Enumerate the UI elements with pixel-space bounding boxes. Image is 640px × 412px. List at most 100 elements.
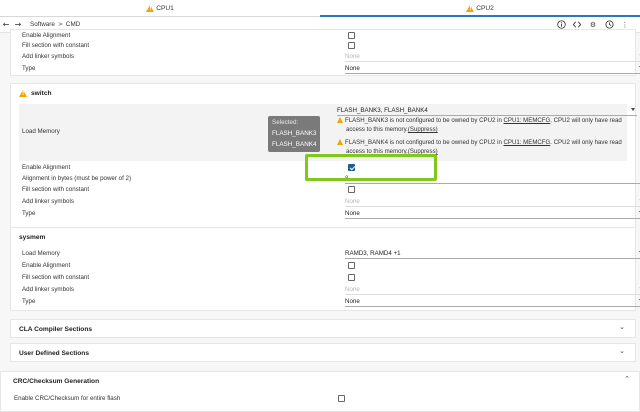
breadcrumb: Software > CMD — [30, 21, 80, 28]
more-vertical-icon[interactable]: ⋮ — [620, 20, 630, 30]
tab-cpu2-label: CPU2 — [476, 4, 494, 12]
sysmem-type-row: Type None — [19, 296, 640, 307]
type-label: Type — [22, 210, 36, 217]
warning-text: . CPU2 will only have read — [550, 117, 622, 124]
linker-symbols-label: Add linker symbols — [22, 198, 74, 205]
breadcrumb-separator: > — [57, 21, 63, 28]
linker-symbols-value: None — [345, 197, 360, 205]
type-label: Type — [22, 298, 36, 305]
warning-text: access to this memory. — [346, 126, 408, 133]
chevron-down-icon[interactable]: ⌄ — [619, 323, 625, 331]
fill-section-row: Fill section with constant — [19, 40, 627, 51]
warning-text: FLASH_BANK4 is not configured to be owne… — [345, 139, 504, 146]
breadcrumb-cmd[interactable]: CMD — [66, 21, 80, 28]
sysmem-load-memory-row: Load Memory RAMD3, RAMD4 +1 — [19, 248, 640, 259]
sysmem-linker-row: Add linker symbols None — [19, 284, 640, 295]
fill-section-checkbox[interactable] — [348, 42, 355, 49]
warning-icon — [337, 117, 343, 123]
sysmem-section-title: sysmem — [19, 234, 45, 241]
user-defined-sections-title: User Defined Sections — [19, 350, 89, 357]
fill-section-checkbox[interactable] — [348, 274, 355, 281]
partial-section-card: Enable Alignment Fill section with const… — [10, 29, 640, 76]
warning-icon — [146, 4, 155, 12]
linker-symbols-value: None — [345, 52, 360, 60]
info-icon[interactable] — [556, 20, 566, 30]
breadcrumb-software[interactable]: Software — [30, 21, 55, 28]
type-select[interactable]: None — [345, 209, 640, 219]
switch-title-text: switch — [31, 90, 52, 97]
chevron-up-icon[interactable]: ⌃ — [624, 375, 630, 383]
crc-section-title: CRC/Checksum Generation — [13, 378, 100, 385]
toolbar: ⚙ ⋮ — [556, 20, 630, 30]
warning-icon — [337, 139, 343, 145]
load-memory-label: Load Memory — [22, 250, 60, 257]
tab-cpu1-label: CPU1 — [156, 4, 174, 12]
load-memory-select[interactable]: RAMD3, RAMD4 +1 — [345, 249, 640, 259]
load-memory-value: FLASH_BANK3, FLASH_BANK4 — [337, 107, 428, 114]
main-content: Enable Alignment Fill section with const… — [0, 29, 640, 412]
warning-icon — [19, 90, 27, 97]
linker-symbols-label: Add linker symbols — [22, 53, 74, 60]
type-value: None — [345, 297, 360, 305]
warning-text: FLASH_BANK3 is not configured to be owne… — [345, 117, 504, 124]
sysmem-section-card: sysmem Load Memory RAMD3, RAMD4 +1 Enabl… — [10, 227, 640, 311]
linker-symbols-row: Add linker symbols None — [19, 51, 640, 62]
linker-symbols-select[interactable]: None — [345, 52, 640, 62]
fill-section-checkbox[interactable] — [348, 186, 355, 193]
cla-compiler-sections-title: CLA Compiler Sections — [19, 326, 93, 333]
switch-section-title: switch — [19, 90, 52, 97]
tab-cpu2[interactable]: CPU2 — [320, 0, 640, 17]
tooltip-heading: Selected: — [272, 119, 299, 126]
processor-tabs: CPU1 CPU2 — [0, 0, 640, 17]
fill-section-label: Fill section with constant — [22, 186, 90, 193]
fill-section-label: Fill section with constant — [22, 274, 90, 281]
enable-alignment-label: Enable Alignment — [22, 164, 71, 171]
user-defined-sections-card[interactable]: User Defined Sections ⌄ — [10, 343, 636, 362]
memcfg-link[interactable]: CPU1: MEMCFG — [504, 117, 551, 124]
type-value: None — [345, 64, 360, 72]
alignment-bytes-label: Alignment in bytes (must be power of 2) — [22, 175, 132, 182]
load-memory-value: RAMD3, RAMD4 +1 — [345, 249, 401, 257]
load-memory-select[interactable]: FLASH_BANK3, FLASH_BANK4 — [337, 106, 637, 116]
chevron-down-icon — [631, 108, 635, 111]
cla-compiler-sections-card[interactable]: CLA Compiler Sections ⌄ — [10, 319, 636, 338]
tab-cpu1[interactable]: CPU1 — [0, 0, 320, 16]
highlight-annotation-box — [305, 154, 437, 181]
tooltip-item: FLASH_BANK3 — [272, 130, 317, 137]
type-label: Type — [22, 65, 36, 72]
type-value: None — [345, 209, 360, 217]
code-icon[interactable] — [572, 20, 582, 30]
chevron-down-icon[interactable]: ⌄ — [619, 347, 625, 355]
switch-type-row: Type None — [19, 208, 640, 219]
sysmem-title-text: sysmem — [19, 234, 46, 241]
crc-enable-label: Enable CRC/Checksum for entire flash — [14, 395, 121, 402]
warning-icon — [466, 4, 475, 12]
crc-section-card: CRC/Checksum Generation ⌃ Enable CRC/Che… — [0, 371, 640, 412]
tooltip-item: FLASH_BANK4 — [272, 141, 317, 148]
memcfg-link[interactable]: CPU1: MEMCFG — [504, 139, 551, 146]
enable-alignment-label: Enable Alignment — [22, 32, 71, 39]
sysmem-enable-alignment-row: Enable Alignment — [19, 260, 627, 271]
type-row: Type None — [19, 63, 640, 74]
enable-alignment-label: Enable Alignment — [22, 262, 71, 269]
enable-alignment-checkbox[interactable] — [348, 32, 355, 39]
linker-symbols-select[interactable]: None — [345, 285, 640, 295]
forward-arrow-icon[interactable]: → — [12, 20, 24, 29]
switch-fill-row: Fill section with constant — [19, 184, 627, 195]
warning-message-bank3: FLASH_BANK3 is not configured to be owne… — [337, 116, 637, 134]
crc-enable-row: Enable CRC/Checksum for entire flash — [11, 393, 631, 404]
history-icon[interactable] — [604, 20, 614, 30]
suppress-link[interactable]: (Suppress) — [408, 126, 438, 133]
linker-symbols-select[interactable]: None — [345, 197, 640, 207]
linker-symbols-label: Add linker symbols — [22, 286, 74, 293]
enable-alignment-checkbox[interactable] — [348, 262, 355, 269]
type-select[interactable]: None — [345, 297, 640, 307]
selection-tooltip: Selected: FLASH_BANK3 FLASH_BANK4 — [268, 116, 320, 152]
gear-icon[interactable]: ⚙ — [588, 20, 598, 30]
linker-symbols-value: None — [345, 285, 360, 293]
type-select[interactable]: None — [345, 64, 640, 74]
fill-section-label: Fill section with constant — [22, 42, 90, 49]
crc-enable-checkbox[interactable] — [338, 395, 345, 402]
back-arrow-icon[interactable]: ← — [0, 20, 12, 29]
sysmem-fill-row: Fill section with constant — [19, 272, 627, 283]
